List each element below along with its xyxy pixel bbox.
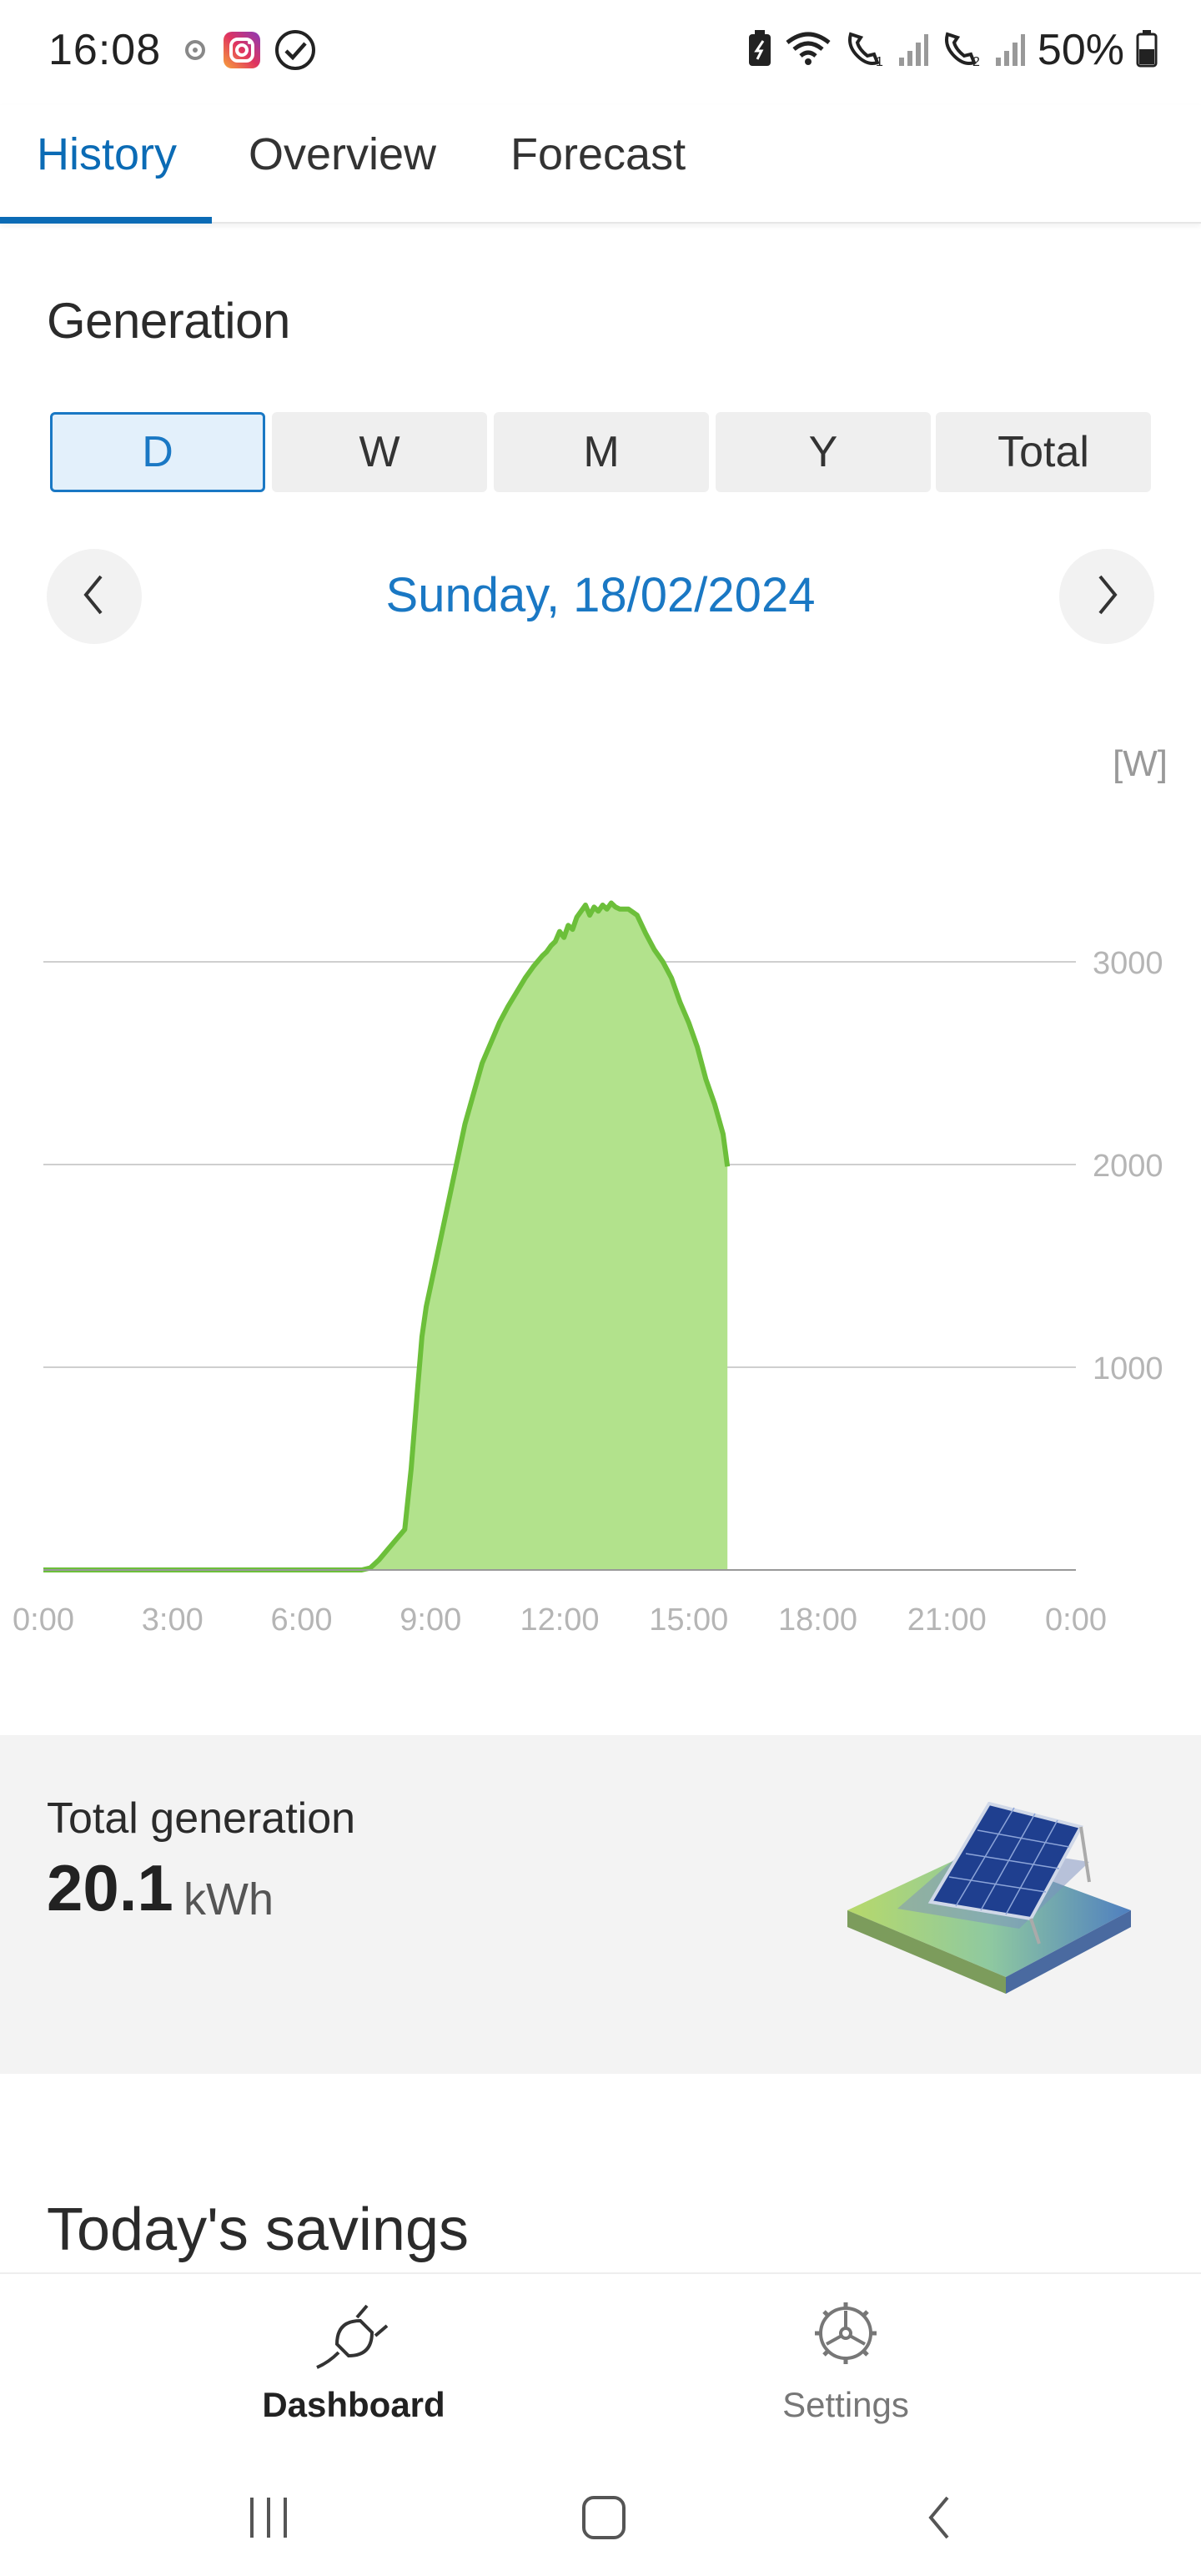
tab-forecast[interactable]: Forecast <box>510 128 686 180</box>
status-system-icons: 1 2 50% <box>747 25 1158 75</box>
solar-panel-illustration <box>847 1801 1139 2019</box>
total-generation-unit: kWh <box>183 1874 274 1924</box>
generation-area-fill <box>43 903 728 1570</box>
nfc-icon <box>180 35 210 69</box>
y-tick-label: 2000 <box>1093 1149 1163 1184</box>
status-time: 16:08 <box>48 26 162 74</box>
svg-text:1: 1 <box>876 55 883 68</box>
call-sim2-icon: 2 <box>941 29 982 72</box>
x-tick-label: 15:00 <box>649 1602 728 1638</box>
y-axis-labels: 1000 2000 3000 <box>1093 946 1163 1386</box>
x-tick-label: 0:00 <box>1045 1602 1107 1638</box>
active-tab-indicator <box>0 217 212 224</box>
back-icon <box>922 2493 956 2547</box>
generation-chart: 1000 2000 3000 0:00 3:00 6:00 9:00 12:00 15:00 1… <box>0 734 1201 1652</box>
wifi-icon <box>784 29 832 72</box>
home-button[interactable] <box>570 2486 637 2553</box>
battery-saver-icon <box>747 29 772 72</box>
selected-date[interactable]: Sunday, 18/02/2024 <box>0 567 1201 623</box>
call-sim1-icon: 1 <box>844 29 886 72</box>
nav-settings[interactable]: Settings <box>679 2296 1013 2425</box>
tab-overview[interactable]: Overview <box>249 128 436 180</box>
instagram-icon <box>222 30 262 74</box>
battery-percent: 50% <box>1037 26 1124 74</box>
nav-settings-label: Settings <box>782 2385 909 2424</box>
x-tick-label: 18:00 <box>778 1602 857 1638</box>
tab-history[interactable]: History <box>37 128 177 180</box>
x-tick-label: 6:00 <box>271 1602 333 1638</box>
total-generation-panel: Total generation 20.1 kWh <box>0 1735 1201 2074</box>
home-icon <box>579 2493 629 2547</box>
period-year-button[interactable]: Y <box>716 412 931 492</box>
back-button[interactable] <box>906 2486 972 2553</box>
y-tick-label: 3000 <box>1093 946 1163 981</box>
system-navigation-bar <box>0 2463 1201 2576</box>
x-tick-label: 9:00 <box>399 1602 461 1638</box>
status-notification-icons <box>180 28 317 76</box>
total-generation-label: Total generation <box>47 1794 356 1843</box>
todays-savings-title: Today's savings <box>47 2196 470 2263</box>
total-generation-value: 20.1 <box>47 1851 173 1924</box>
period-week-button[interactable]: W <box>272 412 487 492</box>
battery-icon <box>1136 29 1158 72</box>
x-tick-label: 21:00 <box>907 1602 987 1638</box>
check-circle-icon <box>274 28 317 76</box>
nav-dashboard-label: Dashboard <box>262 2385 445 2424</box>
bottom-navigation: Dashboard Settings <box>0 2272 1201 2463</box>
next-day-button[interactable] <box>1059 549 1154 644</box>
x-tick-label: 12:00 <box>520 1602 599 1638</box>
status-bar: 16:08 1 2 50% <box>0 0 1201 105</box>
period-month-button[interactable]: M <box>494 412 709 492</box>
x-axis-labels: 0:00 3:00 6:00 9:00 12:00 15:00 18:00 21:00 0:00 <box>13 1602 1107 1638</box>
nav-dashboard[interactable]: Dashboard <box>187 2296 520 2425</box>
chevron-right-icon <box>1090 571 1123 622</box>
tab-bar: History Overview Forecast <box>0 105 1201 224</box>
period-total-button[interactable]: Total <box>936 412 1151 492</box>
generation-chart-svg: 1000 2000 3000 0:00 3:00 6:00 9:00 12:00 15:00 1… <box>13 743 1168 1638</box>
x-tick-label: 3:00 <box>142 1602 204 1638</box>
recent-apps-button[interactable] <box>235 2486 302 2553</box>
recent-apps-icon <box>244 2494 294 2545</box>
plug-icon <box>187 2296 520 2375</box>
unit-label: [W] <box>1113 743 1168 784</box>
signal-icon <box>994 29 1026 72</box>
svg-text:2: 2 <box>972 55 980 68</box>
section-title: Generation <box>47 293 290 349</box>
x-tick-label: 0:00 <box>13 1602 74 1638</box>
y-tick-label: 1000 <box>1093 1351 1163 1386</box>
gear-icon <box>679 2296 1013 2375</box>
signal-icon <box>897 29 929 72</box>
period-day-button[interactable]: D <box>50 412 265 492</box>
